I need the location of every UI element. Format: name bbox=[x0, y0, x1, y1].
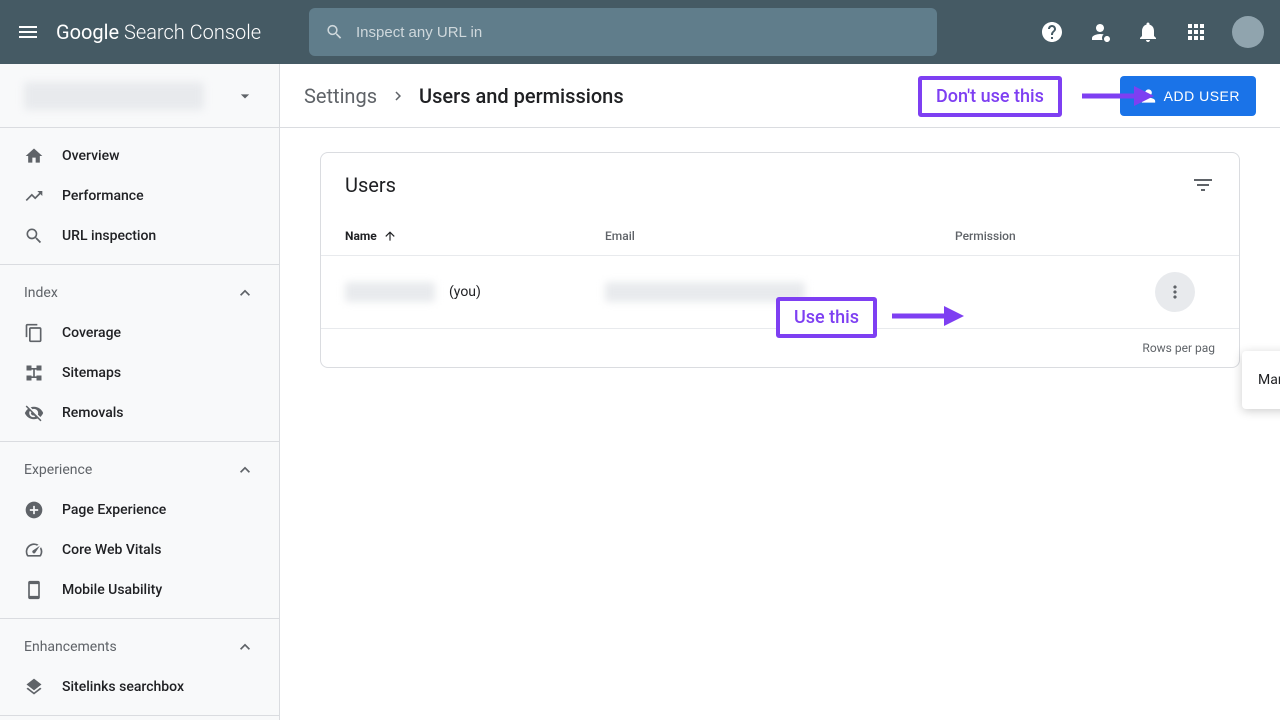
layers-icon bbox=[24, 677, 44, 697]
row-actions-menu: Manage property owners bbox=[1242, 351, 1280, 409]
app-header: Google Search Console bbox=[0, 0, 1280, 64]
people-settings-icon[interactable] bbox=[1088, 20, 1112, 44]
nav-coverage[interactable]: Coverage bbox=[0, 313, 279, 353]
more-vert-icon bbox=[1165, 282, 1185, 302]
table-header: Name Email Permission bbox=[321, 217, 1239, 255]
dropdown-icon bbox=[235, 86, 255, 106]
sitemap-icon bbox=[24, 363, 44, 383]
add-circle-icon bbox=[24, 500, 44, 520]
search-icon bbox=[24, 226, 44, 246]
sidebar: Overview Performance URL inspection Inde… bbox=[0, 64, 280, 720]
column-email[interactable]: Email bbox=[605, 229, 955, 243]
chevron-right-icon bbox=[389, 87, 407, 105]
chevron-up-icon bbox=[235, 283, 255, 303]
nav-sitelinks-searchbox[interactable]: Sitelinks searchbox bbox=[0, 667, 279, 707]
column-name[interactable]: Name bbox=[345, 229, 605, 243]
group-enhancements[interactable]: Enhancements bbox=[0, 627, 279, 667]
group-index[interactable]: Index bbox=[0, 273, 279, 313]
menu-icon[interactable] bbox=[16, 20, 40, 44]
nav-sitemaps[interactable]: Sitemaps bbox=[0, 353, 279, 393]
trending-icon bbox=[24, 186, 44, 206]
nav-overview[interactable]: Overview bbox=[0, 136, 279, 176]
user-name-redacted bbox=[345, 282, 435, 302]
help-icon[interactable] bbox=[1040, 20, 1064, 44]
chevron-up-icon bbox=[235, 637, 255, 657]
speed-icon bbox=[24, 540, 44, 560]
notifications-icon[interactable] bbox=[1136, 20, 1160, 44]
breadcrumb-parent[interactable]: Settings bbox=[304, 84, 377, 108]
url-search-bar[interactable] bbox=[309, 8, 937, 56]
arrow-right-icon bbox=[1082, 84, 1154, 108]
copy-icon bbox=[24, 323, 44, 343]
visibility-off-icon bbox=[24, 403, 44, 423]
card-title: Users bbox=[345, 173, 396, 197]
nav-page-experience[interactable]: Page Experience bbox=[0, 490, 279, 530]
phone-icon bbox=[24, 580, 44, 600]
property-selector[interactable] bbox=[0, 64, 279, 128]
nav-removals[interactable]: Removals bbox=[0, 393, 279, 433]
apps-icon[interactable] bbox=[1184, 20, 1208, 44]
filter-icon[interactable] bbox=[1191, 173, 1215, 197]
nav-mobile-usability[interactable]: Mobile Usability bbox=[0, 570, 279, 610]
nav-core-web-vitals[interactable]: Core Web Vitals bbox=[0, 530, 279, 570]
arrow-up-icon bbox=[383, 229, 397, 243]
user-avatar[interactable] bbox=[1232, 16, 1264, 48]
more-actions-button[interactable] bbox=[1155, 272, 1195, 312]
chevron-up-icon bbox=[235, 460, 255, 480]
manage-property-owners-item[interactable]: Manage property owners bbox=[1242, 359, 1280, 401]
user-email-redacted bbox=[605, 282, 805, 302]
annotation-dont-use: Don't use this bbox=[918, 76, 1062, 117]
nav-performance[interactable]: Performance bbox=[0, 176, 279, 216]
breadcrumb-current: Users and permissions bbox=[419, 84, 624, 108]
arrow-right-icon bbox=[892, 304, 964, 328]
home-icon bbox=[24, 146, 44, 166]
group-experience[interactable]: Experience bbox=[0, 450, 279, 490]
search-icon bbox=[325, 22, 344, 42]
property-name-redacted bbox=[24, 82, 204, 110]
nav-url-inspection[interactable]: URL inspection bbox=[0, 216, 279, 256]
column-permission[interactable]: Permission bbox=[955, 229, 1155, 243]
annotation-use-this: Use this bbox=[776, 297, 877, 338]
url-search-input[interactable] bbox=[356, 24, 921, 41]
you-label: (you) bbox=[449, 284, 481, 300]
main-content: Settings Users and permissions ADD USER … bbox=[280, 64, 1280, 720]
app-logo: Google Search Console bbox=[56, 20, 261, 44]
